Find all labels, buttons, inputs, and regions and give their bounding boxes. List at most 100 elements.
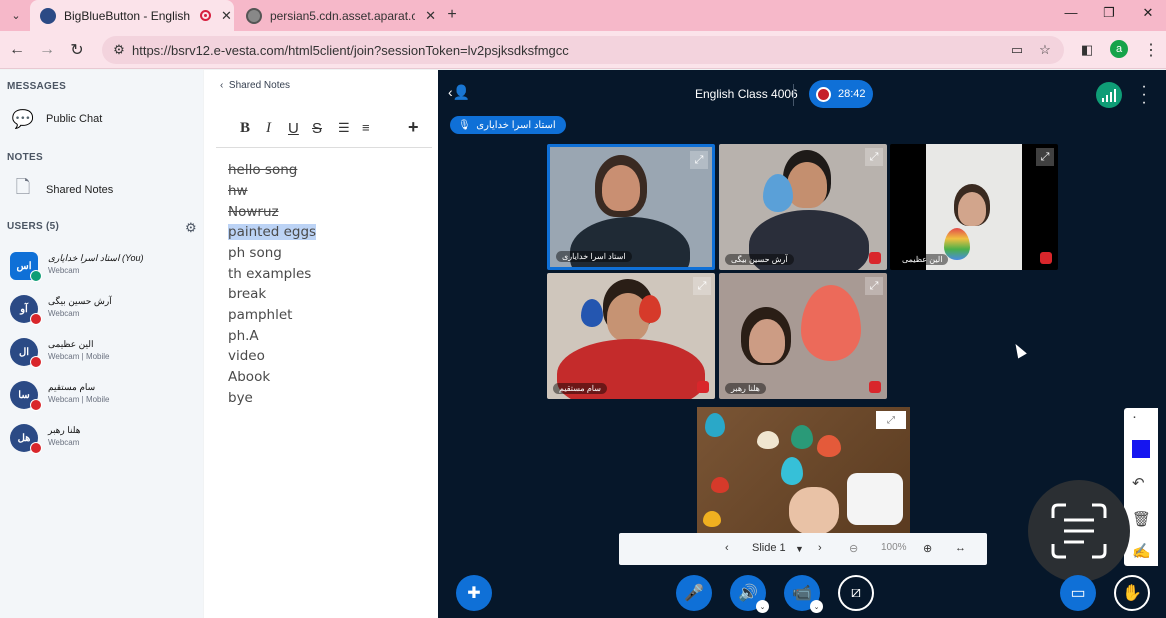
restore-icon[interactable]: ❐ [1089, 0, 1129, 25]
note-line[interactable]: hw [228, 183, 248, 199]
video-user-label[interactable]: آرش حسین بیگی [725, 254, 794, 265]
video-user-label[interactable]: سام مستقیم [553, 383, 607, 394]
chevron-down-icon[interactable]: ⌄ [756, 600, 769, 613]
fit-width-icon[interactable]: ↔ [955, 542, 966, 554]
browser-menu-icon[interactable]: ⋮ [1140, 39, 1162, 61]
note-line[interactable]: hello song [228, 162, 297, 178]
audio-button[interactable]: 🔊 ⌄ [730, 575, 769, 613]
chevron-left-icon[interactable]: ‹ [220, 80, 223, 91]
side-panel-icon[interactable]: ◧ [1076, 39, 1098, 61]
recording-button[interactable]: 28:42 [809, 80, 873, 108]
user-list-item[interactable]: هل هلنا رهبر Webcam [10, 422, 200, 462]
camera-in-use-icon[interactable]: ▭ [1008, 41, 1026, 59]
video-tile[interactable]: ⤢ سام مستقیم [547, 273, 715, 399]
webcam-button[interactable]: 📹 ⌄ [784, 575, 823, 613]
close-tab-icon[interactable]: ✕ [221, 8, 232, 24]
video-tile[interactable]: ⤢ استاد اسرا خدایاری [547, 144, 715, 270]
options-menu-icon[interactable]: · · · [1141, 79, 1147, 111]
previous-slide-icon[interactable]: ‹ [725, 542, 729, 554]
floating-scan-button[interactable] [1028, 480, 1130, 582]
microphone-button[interactable]: 🎤 [676, 575, 712, 611]
unordered-list-icon[interactable]: ≡ [362, 120, 370, 135]
expand-icon[interactable]: ⤢ [693, 277, 711, 295]
globe-icon [246, 7, 262, 24]
toggle-userlist-icon[interactable]: ‹👤 [448, 84, 470, 101]
notes-header[interactable]: ‹ Shared Notes [220, 80, 290, 91]
italic-button[interactable]: I [266, 120, 271, 137]
bold-button[interactable]: B [240, 120, 250, 137]
video-tile[interactable]: ⤢ الین عظیمی [890, 144, 1058, 270]
site-info-icon[interactable]: ⚙ [110, 41, 128, 59]
zoom-in-icon[interactable]: ⊕ [923, 542, 932, 555]
expand-icon[interactable]: ⤢ [1036, 148, 1054, 166]
shared-notes-item[interactable]: 🗋 Shared Notes [10, 177, 114, 202]
zoom-out-icon[interactable]: ⊖ [849, 542, 858, 555]
add-icon[interactable]: + [408, 117, 419, 138]
reload-icon[interactable]: ↻ [66, 39, 88, 61]
note-line[interactable]: pamphlet [228, 307, 292, 323]
actions-add-button[interactable]: ✚ [456, 575, 492, 611]
minimize-icon[interactable]: — [1051, 0, 1091, 25]
underline-button[interactable]: U [288, 120, 299, 137]
color-picker-icon[interactable] [1132, 440, 1150, 458]
presentation-slide[interactable]: ⤢ [697, 407, 910, 535]
talking-indicator[interactable]: 🎙 استاد اسرا خدایاری [450, 116, 566, 134]
user-list-item[interactable]: آو آرش حسین بیگی Webcam [10, 293, 200, 333]
pencil-thickness-icon[interactable]: · [1132, 408, 1137, 425]
chevron-down-icon[interactable]: ⌄ [810, 600, 823, 613]
tab-bigbluebutton[interactable]: BigBlueButton - English Cla ✕ [30, 0, 234, 31]
video-user-label[interactable]: هلنا رهبر [725, 383, 766, 394]
multi-user-icon[interactable]: ✍ [1132, 542, 1151, 560]
video-tile[interactable]: ⤢ هلنا رهبر [719, 273, 887, 399]
video-user-label[interactable]: استاد اسرا خدایاری [556, 251, 632, 262]
raise-hand-button[interactable]: ✋ [1114, 575, 1150, 611]
note-line[interactable]: th examples [228, 266, 311, 282]
close-tab-icon[interactable]: ✕ [425, 8, 436, 24]
users-section-title: USERS (5) [7, 221, 60, 232]
user-list-item[interactable]: اس استاد اسرا خدایاری (You) Webcam [10, 250, 200, 290]
connection-status-icon[interactable] [1096, 82, 1122, 108]
tab-search-button[interactable]: ⌄ [5, 4, 27, 26]
note-line[interactable]: painted eggs [228, 224, 317, 240]
url-text[interactable]: https://bsrv12.e-vesta.com/html5client/j… [132, 43, 569, 58]
forward-icon[interactable]: → [36, 39, 58, 61]
back-icon[interactable]: ← [6, 39, 28, 61]
expand-icon[interactable]: ⤢ [865, 148, 883, 166]
next-slide-icon[interactable]: › [818, 542, 822, 554]
user-status: Webcam | Mobile [48, 395, 110, 404]
shared-notes-label: Shared Notes [46, 184, 114, 196]
note-line[interactable]: Nowruz [228, 204, 279, 220]
note-line[interactable]: Abook [228, 369, 270, 385]
user-name: الین عظیمی [48, 339, 94, 349]
slide-select[interactable]: Slide 1 [752, 542, 786, 554]
clear-trash-icon[interactable]: 🗑 [1132, 510, 1151, 528]
note-line[interactable]: ph.A [228, 328, 259, 344]
presentation-toolbar: ‹ Slide 1 ▼ › ⊖ 100% ⊕ ↔ [619, 533, 987, 565]
note-line[interactable]: video [228, 348, 265, 364]
note-line[interactable]: ph song [228, 245, 282, 261]
profile-avatar[interactable]: a [1110, 40, 1128, 58]
new-tab-button[interactable]: + [441, 4, 463, 26]
address-bar[interactable]: ⚙ https://bsrv12.e-vesta.com/html5client… [102, 36, 1064, 64]
tab-aparat[interactable]: persian5.cdn.asset.aparat.com/a ✕ [236, 0, 436, 31]
fullscreen-slide-icon[interactable]: ⤢ [876, 411, 906, 429]
strikethrough-button[interactable]: S [312, 120, 322, 137]
zoom-level[interactable]: 100% [881, 542, 907, 553]
user-list-item[interactable]: سا سام مستقیم Webcam | Mobile [10, 379, 200, 419]
chevron-down-icon[interactable]: ▼ [795, 544, 804, 554]
presentation-toggle-button[interactable]: ▭ [1060, 575, 1096, 611]
expand-icon[interactable]: ⤢ [690, 151, 708, 169]
note-line[interactable]: bye [228, 390, 253, 406]
video-user-label[interactable]: الین عظیمی [896, 254, 949, 265]
public-chat-item[interactable]: 💬 Public Chat [10, 107, 102, 131]
user-settings-gear-icon[interactable]: ⚙ [185, 220, 197, 236]
video-tile[interactable]: ⤢ آرش حسین بیگی [719, 144, 887, 270]
ordered-list-icon[interactable]: ☰ [338, 120, 350, 136]
user-list-item[interactable]: ال الین عظیمی Webcam | Mobile [10, 336, 200, 376]
bookmark-star-icon[interactable]: ☆ [1036, 41, 1054, 59]
note-line[interactable]: break [228, 286, 266, 302]
expand-icon[interactable]: ⤢ [865, 277, 883, 295]
screen-share-button[interactable]: ⧄ [838, 575, 874, 611]
close-window-icon[interactable]: ✕ [1128, 0, 1166, 25]
undo-icon[interactable]: ↶ [1132, 474, 1145, 492]
